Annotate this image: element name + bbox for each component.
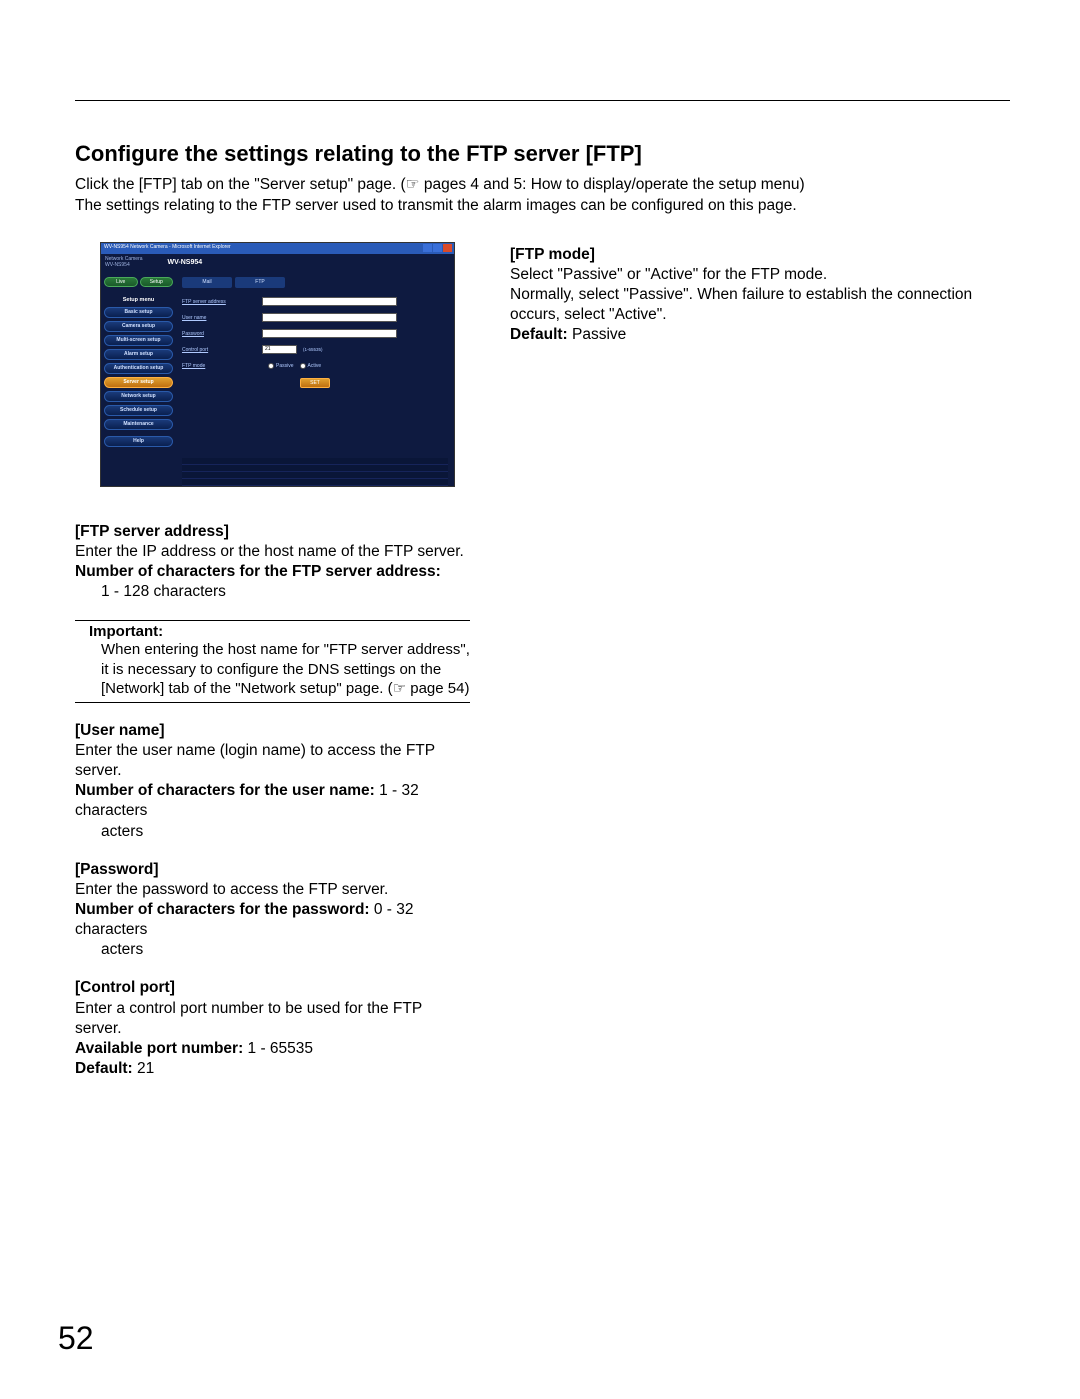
- label-password: Password: [182, 331, 262, 337]
- window-title: WV-NS954 Network Camera - Microsoft Inte…: [104, 244, 231, 250]
- ftp-mode-body1: Select "Passive" or "Active" for the FTP…: [510, 265, 1010, 285]
- sidebar-item-basic-setup[interactable]: Basic setup: [104, 307, 173, 318]
- input-control-port[interactable]: 21: [262, 345, 297, 354]
- sidebar-item-multiscreen-setup[interactable]: Multi-screen setup: [104, 335, 173, 346]
- ftp-mode-default-value: Passive: [568, 326, 627, 343]
- control-port-avail-label: Available port number:: [75, 1040, 243, 1057]
- config-screenshot: WV-NS954 Network Camera - Microsoft Inte…: [100, 242, 455, 487]
- minimize-icon[interactable]: [423, 244, 432, 252]
- password-body: Enter the password to access the FTP ser…: [75, 880, 470, 900]
- important-body: When entering the host name for "FTP ser…: [75, 640, 470, 699]
- control-port-default-value: 21: [133, 1060, 155, 1077]
- setup-menu-label: Setup menu: [104, 297, 173, 303]
- label-ftp-mode: FTP mode: [182, 363, 262, 369]
- sidebar-item-maintenance[interactable]: Maintenance: [104, 419, 173, 430]
- ftp-address-chars-label: Number of characters for the FTP server …: [75, 563, 441, 580]
- page-heading: Configure the settings relating to the F…: [75, 141, 1010, 167]
- input-user-name[interactable]: [262, 313, 397, 322]
- brand-small: Network CameraWV-NS954: [101, 256, 143, 268]
- password-heading: [Password]: [75, 860, 470, 880]
- sidebar-item-authentication-setup[interactable]: Authentication setup: [104, 363, 173, 374]
- sidebar-item-schedule-setup[interactable]: Schedule setup: [104, 405, 173, 416]
- ftp-mode-body2: Normally, select "Passive". When failure…: [510, 285, 1010, 325]
- intro-text: Click the [FTP] tab on the "Server setup…: [75, 175, 1010, 217]
- control-port-avail-value: 1 - 65535: [243, 1040, 313, 1057]
- close-icon[interactable]: [443, 244, 452, 252]
- ftp-mode-default-label: Default:: [510, 326, 568, 343]
- user-name-chars-continuation: acters: [75, 822, 470, 842]
- sidebar-item-server-setup[interactable]: Server setup: [104, 377, 173, 388]
- sidebar-item-network-setup[interactable]: Network setup: [104, 391, 173, 402]
- ftp-address-body: Enter the IP address or the host name of…: [75, 542, 470, 562]
- note-control-port-range: (1-65535): [303, 347, 323, 352]
- set-button[interactable]: SET: [300, 378, 330, 388]
- live-button[interactable]: Live: [104, 277, 138, 287]
- radio-passive[interactable]: [268, 363, 274, 369]
- important-heading: Important:: [75, 623, 470, 640]
- user-name-body: Enter the user name (login name) to acce…: [75, 741, 470, 781]
- sidebar-item-help[interactable]: Help: [104, 436, 173, 447]
- input-password[interactable]: [262, 329, 397, 338]
- radio-active[interactable]: [300, 363, 306, 369]
- password-chars-label: Number of characters for the password:: [75, 901, 370, 918]
- radio-label-passive: Passive: [276, 363, 294, 369]
- ftp-address-chars-value: 1 - 128 characters: [75, 582, 470, 602]
- page-number: 52: [58, 1320, 94, 1357]
- ftp-mode-heading: [FTP mode]: [510, 245, 1010, 265]
- maximize-icon[interactable]: [433, 244, 442, 252]
- ftp-address-heading: [FTP server address]: [75, 522, 470, 542]
- brand-model: WV-NS954: [143, 259, 203, 266]
- control-port-heading: [Control port]: [75, 978, 470, 998]
- sidebar-item-camera-setup[interactable]: Camera setup: [104, 321, 173, 332]
- sidebar-item-alarm-setup[interactable]: Alarm setup: [104, 349, 173, 360]
- input-ftp-server-address[interactable]: [262, 297, 397, 306]
- user-name-chars-label: Number of characters for the user name:: [75, 782, 375, 799]
- control-port-body: Enter a control port number to be used f…: [75, 999, 470, 1039]
- password-chars-continuation: acters: [75, 940, 470, 960]
- user-name-heading: [User name]: [75, 721, 470, 741]
- label-user-name: User name: [182, 315, 262, 321]
- radio-label-active: Active: [308, 363, 322, 369]
- tab-mail[interactable]: Mail: [182, 277, 232, 288]
- setup-button[interactable]: Setup: [140, 277, 174, 287]
- tab-ftp[interactable]: FTP: [235, 277, 285, 288]
- label-control-port: Control port: [182, 347, 262, 353]
- label-ftp-server-address: FTP server address: [182, 299, 262, 305]
- control-port-default-label: Default:: [75, 1060, 133, 1077]
